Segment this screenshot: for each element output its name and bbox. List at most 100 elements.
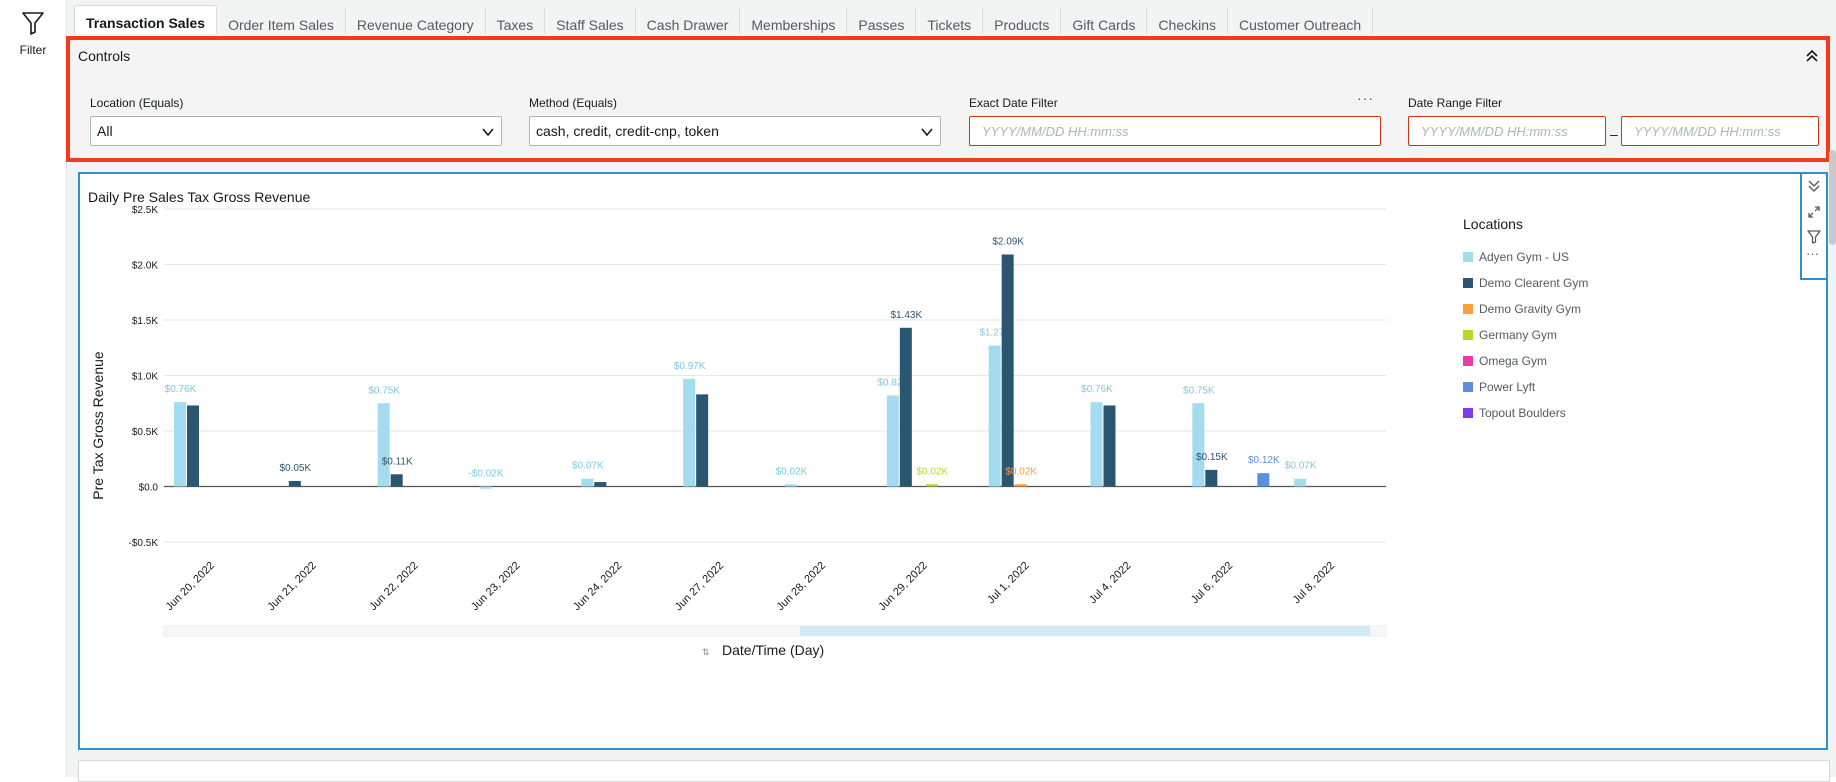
page-scrollbar[interactable] [1829,150,1836,245]
legend-item[interactable]: Adyen Gym - US [1463,244,1588,270]
tab-staff-sales[interactable]: Staff Sales [545,8,636,34]
location-value: All [97,123,113,139]
filter-label: Filter [19,43,47,57]
exact-date-more-button[interactable]: ··· [1357,90,1374,106]
legend-item[interactable]: Demo Gravity Gym [1463,296,1588,322]
tab-transaction-sales[interactable]: Transaction Sales [74,5,218,34]
date-range-start-input[interactable] [1408,116,1606,146]
legend-item[interactable]: Germany Gym [1463,322,1588,348]
bar [581,478,594,487]
x-tick-label: Jul 6, 2022 [1189,560,1236,607]
legend-item[interactable]: Demo Clearent Gym [1463,270,1588,296]
data-label: $0.11K [382,456,413,467]
chevron-down-icon [482,128,494,137]
tab-tickets[interactable]: Tickets [916,8,984,34]
tab-gift-cards[interactable]: Gift Cards [1061,8,1148,34]
sheet-tabs: Transaction Sales Order Item Sales Revenue… [74,4,1374,34]
legend-item[interactable]: Omega Gym [1463,348,1588,374]
tab-checkins[interactable]: Checkins [1147,8,1229,34]
more-options-icon[interactable]: ··· [1806,246,1819,261]
data-label: $0.97K [674,361,706,372]
legend-label: Power Lyft [1479,380,1536,394]
bar [288,480,301,487]
bar [1192,403,1205,487]
legend-title: Locations [1463,216,1523,232]
chart-legend: Locations Adyen Gym - US Demo Clearent Gy… [1463,216,1588,426]
tab-order-item-sales[interactable]: Order Item Sales [217,8,346,34]
bar [696,394,709,487]
exact-date-input[interactable] [969,116,1381,146]
data-label: $0.02K [916,466,948,477]
method-select[interactable]: cash, credit, credit-cnp, token [529,116,941,146]
y-tick-label: $1.5K [132,316,158,327]
sort-icon: ⇅ [702,647,710,657]
bar-chart: $2.5K $2.0K $1.5K $1.0K $0.5K $0.0 -$0.5K Pre T… [90,205,1387,658]
legend-swatch [1463,356,1473,366]
x-tick-label: Jul 8, 2022 [1291,560,1338,607]
bar [683,378,696,487]
bar [187,405,199,487]
legend-swatch [1463,330,1473,340]
data-label: $0.76K [1081,384,1113,395]
bar [1103,405,1116,487]
legend-swatch [1463,252,1473,262]
legend-label: Adyen Gym - US [1479,250,1570,264]
bar [1090,402,1103,487]
data-label: $0.05K [279,463,311,474]
left-rail: Filter [0,0,67,777]
legend-swatch [1463,382,1473,392]
x-tick-label: Jun 28, 2022 [775,560,828,613]
data-label: $0.76K [165,384,197,395]
bar [1205,469,1218,487]
tab-revenue-category[interactable]: Revenue Category [346,8,486,34]
expand-icon[interactable] [1806,204,1822,220]
legend-label: Omega Gym [1479,354,1548,368]
data-label: $0.75K [368,385,400,396]
menu-collapse-icon[interactable] [1806,178,1822,194]
legend-swatch [1463,304,1473,314]
bar [390,474,403,487]
date-range-label: Date Range Filter [1408,96,1503,110]
data-label: $0.75K [1183,385,1215,396]
bar [1014,484,1027,487]
bar [479,486,492,489]
bar [925,484,938,487]
data-label: $0.02K [776,466,808,477]
filter-button[interactable]: Filter [14,10,52,57]
tab-customer-outreach[interactable]: Customer Outreach [1228,8,1374,34]
filter-icon [22,12,44,35]
location-select[interactable]: All [90,116,502,146]
y-tick-label: -$0.5K [129,538,159,549]
tab-cash-drawer[interactable]: Cash Drawer [636,8,741,34]
legend-item[interactable]: Topout Boulders [1463,400,1588,426]
x-tick-label: Jun 21, 2022 [265,560,318,613]
y-tick-label: $0.5K [132,427,158,438]
x-axis-title: Date/Time (Day) [722,642,824,658]
bar [785,484,797,487]
tab-memberships[interactable]: Memberships [740,8,848,34]
tab-passes[interactable]: Passes [847,8,917,34]
legend-label: Topout Boulders [1479,406,1566,420]
x-tick-label: Jun 29, 2022 [876,560,929,613]
main-area: Transaction Sales Order Item Sales Revenue… [66,0,1836,782]
data-label: $1.43K [890,310,922,321]
filter-icon[interactable] [1806,229,1822,245]
method-control: Method (Equals) cash, credit, credit-cnp… [529,96,941,146]
data-label: $0.12K [1248,455,1280,466]
data-label: $2.09K [992,237,1024,248]
method-value: cash, credit, credit-cnp, token [536,123,719,139]
tab-taxes[interactable]: Taxes [486,8,546,34]
legend-label: Germany Gym [1479,328,1558,342]
chart-visual[interactable]: Daily Pre Sales Tax Gross Revenue $2.5K $… [78,172,1828,750]
date-range-end-input[interactable] [1621,116,1819,146]
bar [1294,478,1307,487]
tab-products[interactable]: Products [983,8,1062,34]
bar [988,345,1001,487]
collapse-icon[interactable] [1804,48,1820,64]
bar [1001,254,1014,487]
method-label: Method (Equals) [529,96,618,110]
legend-item[interactable]: Power Lyft [1463,374,1588,400]
bar [594,482,607,487]
next-visual-card [78,760,1830,782]
controls-panel: Controls Location (Equals) All Method (E… [66,36,1830,162]
